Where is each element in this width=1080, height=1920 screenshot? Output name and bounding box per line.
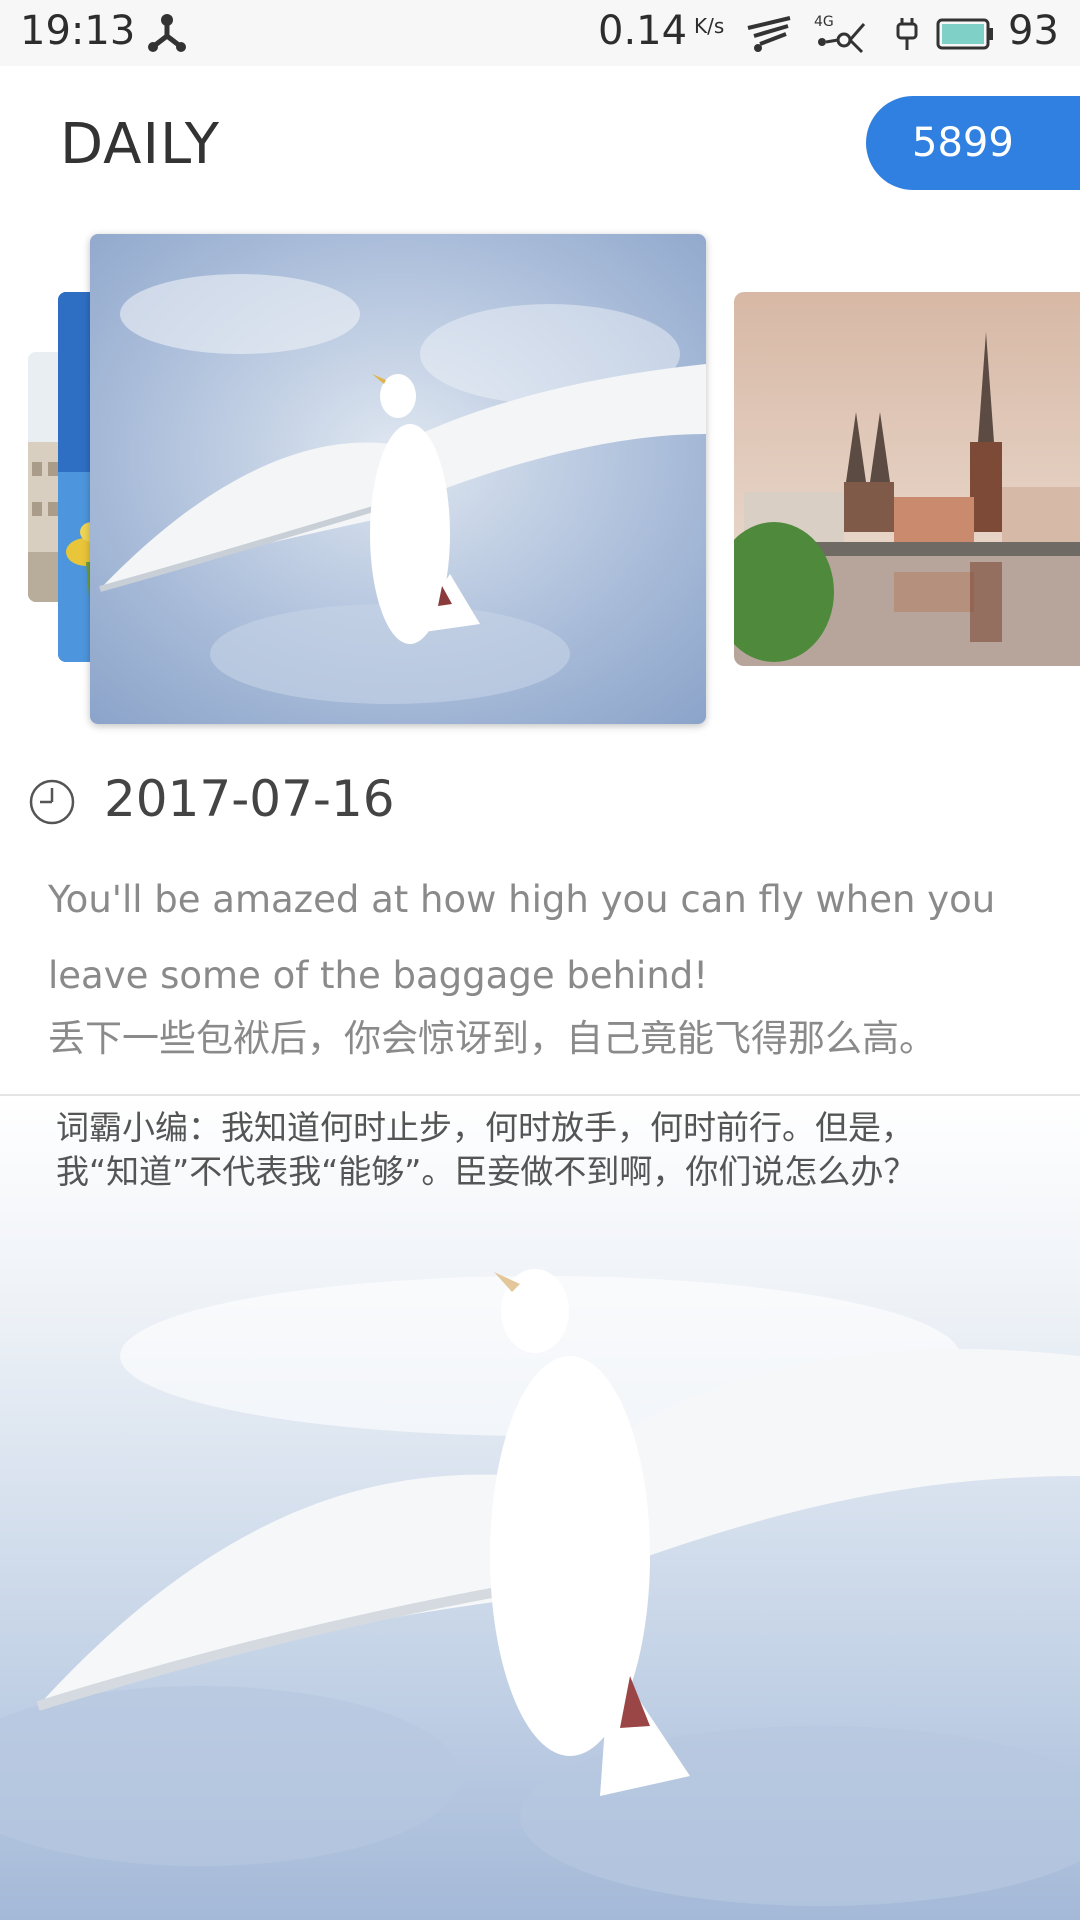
page-title: DAILY	[60, 112, 220, 177]
network-4g-icon: 4G	[814, 14, 866, 54]
count-badge[interactable]: 5899	[866, 96, 1080, 190]
network-speed: 0.14	[598, 8, 688, 54]
wifi-icon	[747, 16, 791, 52]
quote-english: You'll be amazed at how high you can fly…	[48, 878, 996, 997]
battery-icon	[936, 18, 993, 50]
charging-icon	[896, 18, 918, 50]
usb-icon	[148, 14, 186, 52]
status-time: 19:13	[20, 8, 136, 54]
network-label: 4G	[814, 14, 834, 30]
quote-chinese: 丢下一些包袱后，你会惊讶到，自己竟能飞得那么高。	[48, 1017, 936, 1060]
battery-level: 93	[1008, 8, 1059, 54]
network-speed-unit: K/s	[694, 14, 725, 38]
carousel-card-main[interactable]	[90, 234, 706, 724]
status-bar: 19:13 0.14 K/s 4G 93	[0, 0, 1080, 66]
entry-date: 2017-07-16	[104, 770, 395, 828]
clock-icon	[29, 779, 75, 825]
editor-note-line-2: 我“知道”不代表我“能够”。臣妾做不到啊，你们说怎么办？	[56, 1152, 917, 1191]
hero-image	[0, 1096, 1080, 1920]
carousel-card-city[interactable]	[734, 292, 1080, 666]
hero-seagull-image	[0, 1096, 1080, 1920]
editor-note: 词霸小编：我知道何时止步，何时放手，何时前行。但是， 我“知道”不代表我“能够”…	[56, 1106, 1036, 1194]
editor-note-line-1: 词霸小编：我知道何时止步，何时放手，何时前行。但是，	[56, 1108, 914, 1147]
seagull-image	[90, 234, 706, 724]
city-image	[734, 292, 1080, 666]
